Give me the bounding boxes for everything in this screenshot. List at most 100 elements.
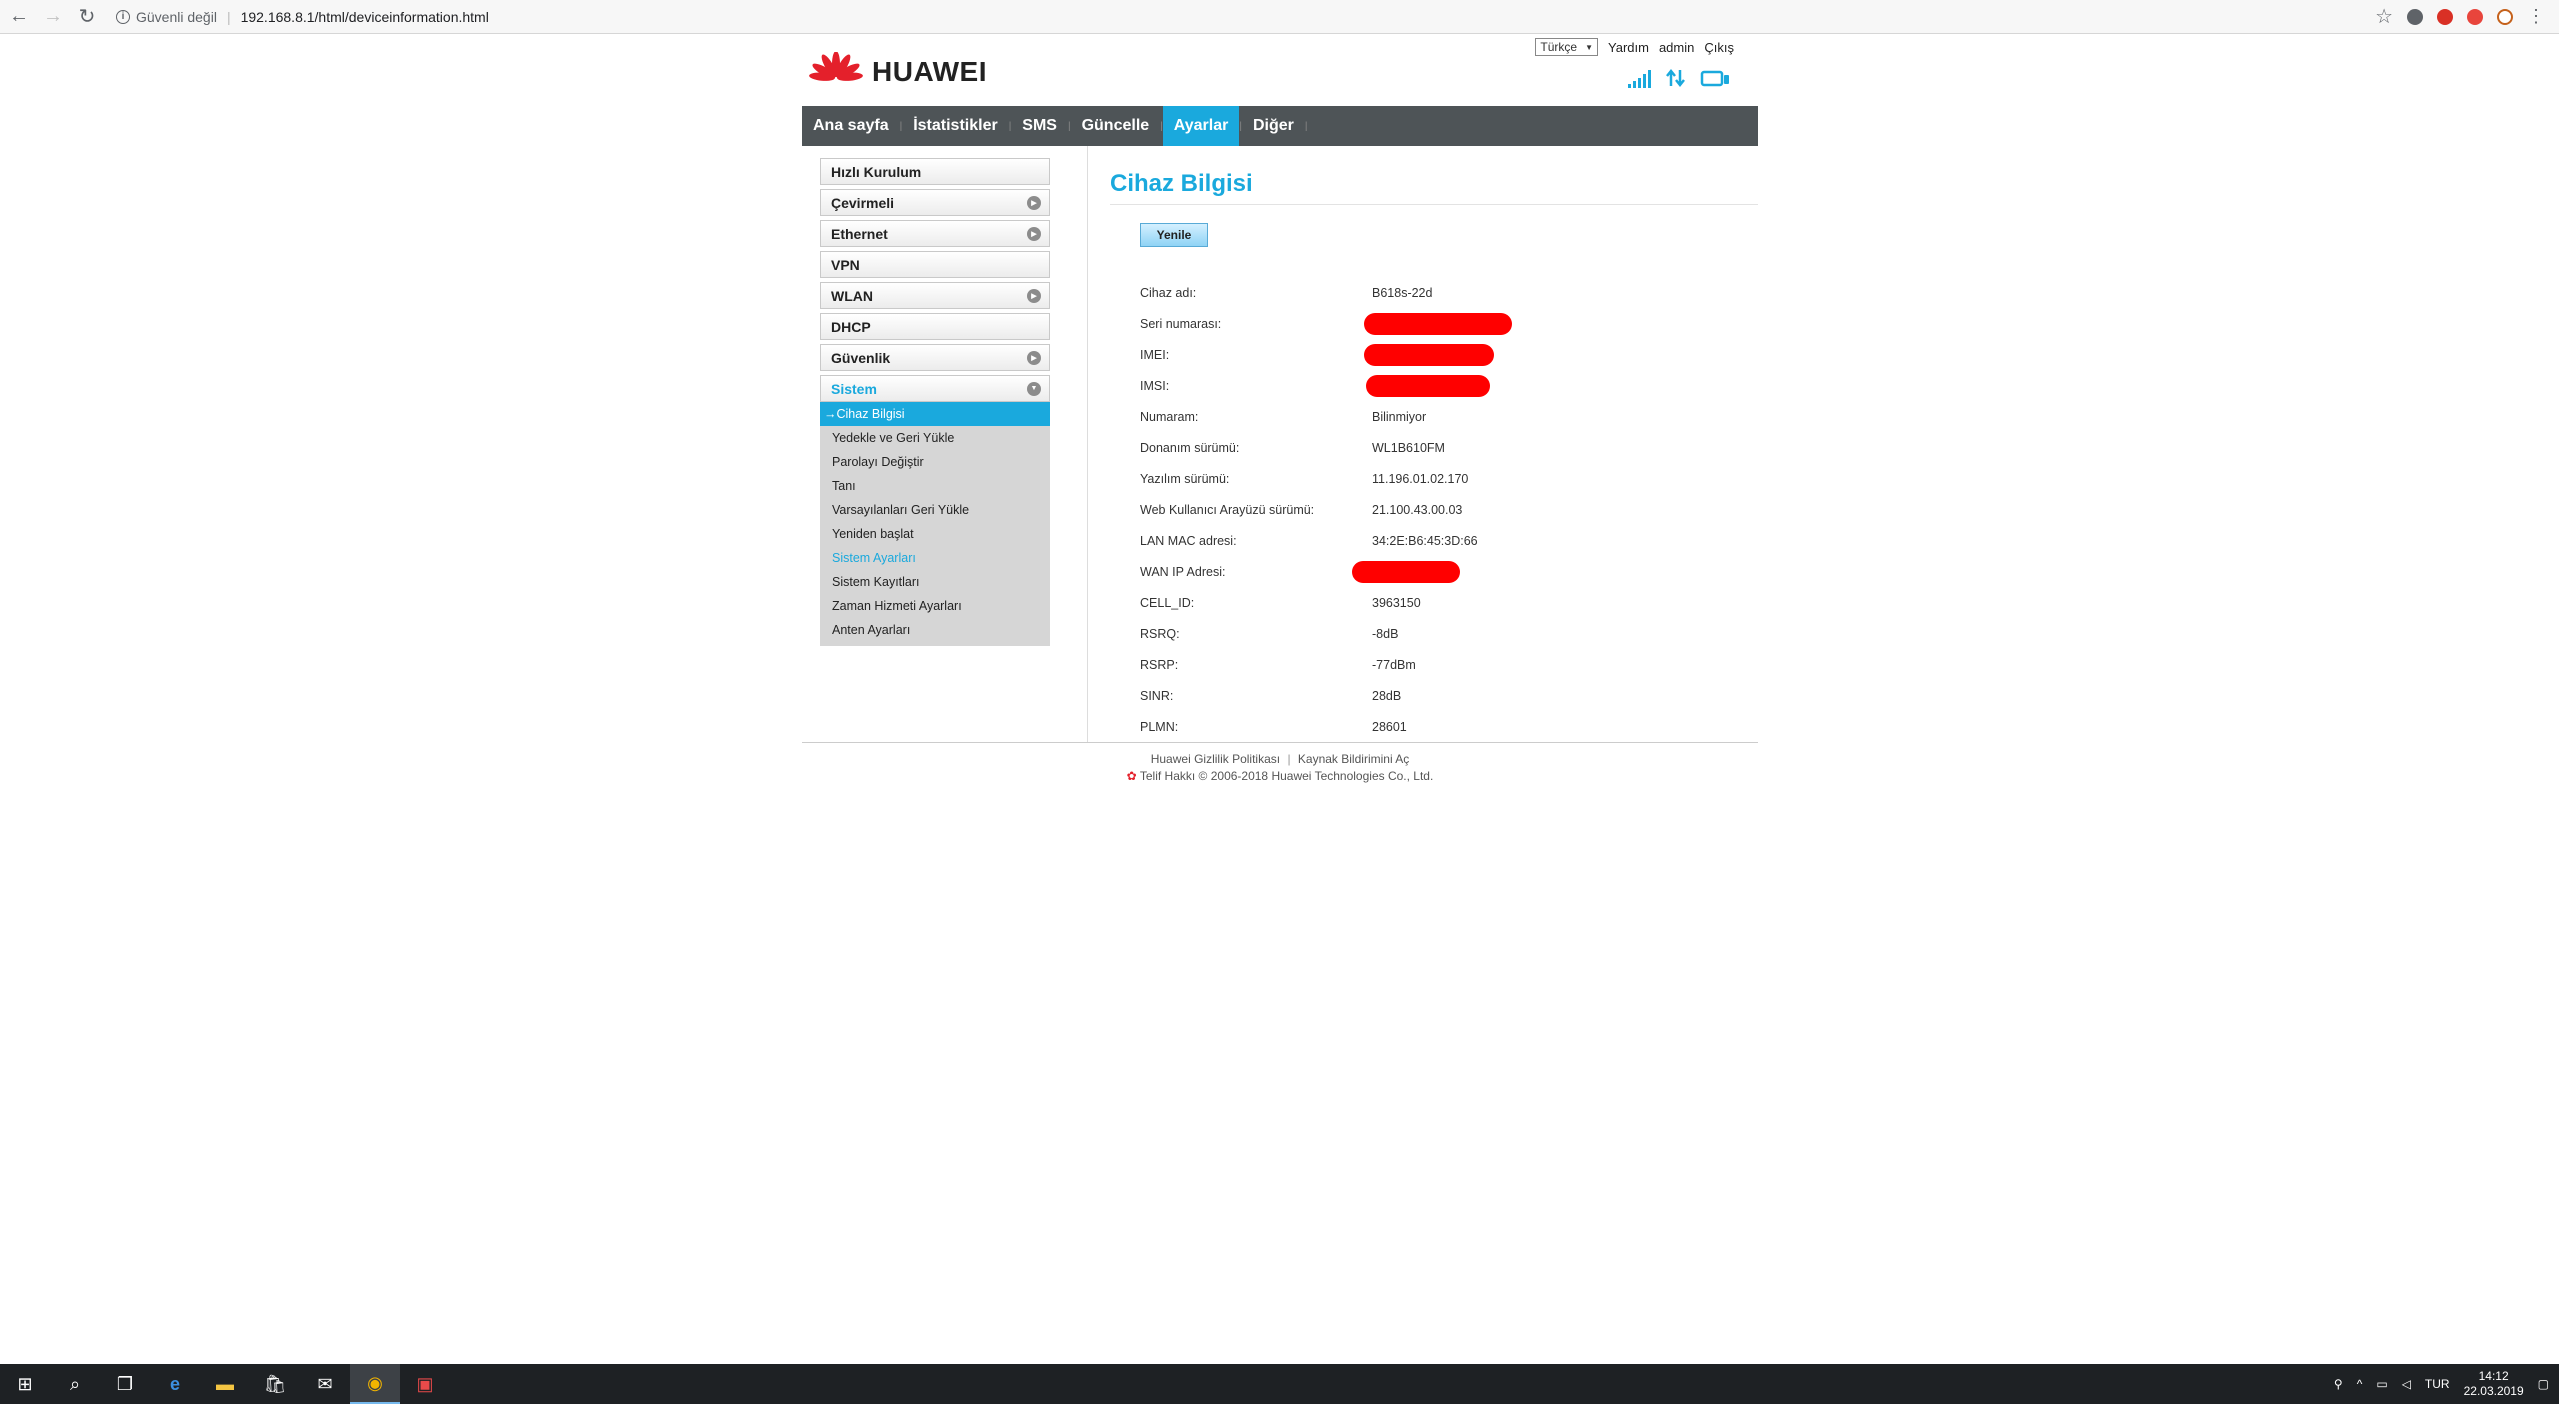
page-header: HUAWEI Türkçe ▼ Yardım admin Çıkış <box>802 34 1758 106</box>
info-value: 28dB <box>1372 688 1402 703</box>
info-label: Cihaz adı: <box>1140 285 1197 300</box>
info-row-wan-ip: WAN IP Adresi: <box>1140 556 1758 587</box>
menu-divider: | <box>1304 120 1308 132</box>
info-label: Seri numarası: <box>1140 316 1222 331</box>
data-transfer-icon[interactable] <box>1666 68 1686 88</box>
submenu-device-info[interactable]: →Cihaz Bilgisi <box>820 402 1050 426</box>
info-label: CELL_ID: <box>1140 595 1195 610</box>
refresh-button[interactable]: Yenile <box>1140 223 1208 247</box>
sidebar-item-dialup[interactable]: Çevirmeli ▶ <box>820 189 1050 216</box>
submenu-backup-restore[interactable]: Yedekle ve Geri Yükle <box>820 426 1050 450</box>
expand-arrow-icon: ▶ <box>1027 350 1041 365</box>
system-tray: ⚲ ^ ▭ ◁ TUR 14:12 22.03.2019 ▢ <box>2334 1369 2559 1399</box>
menu-sms[interactable]: SMS <box>1011 106 1068 146</box>
expand-arrow-icon: ▶ <box>1027 288 1041 303</box>
menu-statistics[interactable]: İstatistikler <box>902 106 1008 146</box>
sidebar-item-vpn[interactable]: VPN <box>820 251 1050 278</box>
sidebar-item-dhcp[interactable]: DHCP <box>820 313 1050 340</box>
store-icon[interactable]: 🛍 <box>250 1364 300 1404</box>
info-value: 34:2E:B6:45:3D:66 <box>1372 533 1478 548</box>
address-bar[interactable]: i Güvenli değil | 192.168.8.1/html/devic… <box>110 4 2367 30</box>
info-row-imsi: IMSI: <box>1140 370 1758 401</box>
submenu-change-password[interactable]: Parolayı Değiştir <box>820 450 1050 474</box>
info-label: RSRQ: <box>1140 626 1180 641</box>
forward-arrow-icon[interactable]: → <box>38 2 68 32</box>
sidebar-item-quick-setup[interactable]: Hızlı Kurulum <box>820 158 1050 185</box>
chevron-up-icon[interactable]: ^ <box>2357 1377 2363 1391</box>
user-link[interactable]: admin <box>1659 40 1694 55</box>
expand-arrow-icon: ▶ <box>1027 195 1041 210</box>
bookmark-star-icon[interactable]: ☆ <box>2375 4 2393 29</box>
security-status[interactable]: Güvenli değil <box>136 9 217 25</box>
info-row-rsrp: RSRP: -77dBm <box>1140 649 1758 680</box>
extension-4-icon[interactable] <box>2497 8 2513 25</box>
volume-icon[interactable]: ◁ <box>2402 1377 2411 1391</box>
info-value: Bilinmiyor <box>1372 409 1427 424</box>
submenu-system-logs[interactable]: Sistem Kayıtları <box>820 570 1050 594</box>
sidebar-item-system[interactable]: Sistem ▼ <box>820 375 1050 402</box>
language-select[interactable]: Türkçe ▼ <box>1535 38 1599 56</box>
sidebar-item-label: DHCP <box>831 318 871 335</box>
sidebar-item-security[interactable]: Güvenlik ▶ <box>820 344 1050 371</box>
submenu-diagnosis[interactable]: Tanı <box>820 474 1050 498</box>
back-arrow-icon[interactable]: ← <box>4 2 34 32</box>
chrome-browser-icon[interactable]: ◉ <box>350 1364 400 1404</box>
submenu-system-settings[interactable]: Sistem Ayarları <box>820 546 1050 570</box>
menu-other[interactable]: Diğer <box>1242 106 1305 146</box>
clock[interactable]: 14:12 22.03.2019 <box>2464 1369 2524 1399</box>
task-view-icon[interactable]: ❐ <box>100 1364 150 1404</box>
submenu-antenna-settings[interactable]: Anten Ayarları <box>820 618 1050 642</box>
submenu-label: Cihaz Bilgisi <box>836 407 905 421</box>
sidebar-item-ethernet[interactable]: Ethernet ▶ <box>820 220 1050 247</box>
extension-3-icon[interactable] <box>2467 8 2483 25</box>
extension-1-icon[interactable] <box>2407 8 2423 25</box>
menu-home[interactable]: Ana sayfa <box>802 106 900 146</box>
device-info-table: Cihaz adı: B618s-22d Seri numarası: IMEI… <box>1140 277 1758 742</box>
submenu-time-service[interactable]: Zaman Hizmeti Ayarları <box>820 594 1050 618</box>
input-language[interactable]: TUR <box>2425 1377 2450 1391</box>
logout-link[interactable]: Çıkış <box>1704 40 1734 55</box>
info-row-hardware-version: Donanım sürümü: WL1B610FM <box>1140 432 1758 463</box>
page-footer: Huawei Gizlilik Politikası | Kaynak Bild… <box>802 742 1758 785</box>
edge-browser-icon[interactable]: e <box>150 1364 200 1404</box>
menu-update[interactable]: Güncelle <box>1071 106 1161 146</box>
adblock-icon[interactable] <box>2437 8 2453 25</box>
help-link[interactable]: Yardım <box>1608 40 1649 55</box>
notification-center-icon[interactable]: ▢ <box>2538 1377 2549 1391</box>
huawei-small-logo-icon: ✿ <box>1126 769 1137 783</box>
menu-settings[interactable]: Ayarlar <box>1162 106 1240 146</box>
submenu-restore-defaults[interactable]: Varsayılanları Geri Yükle <box>820 498 1050 522</box>
info-value: 28601 <box>1372 719 1407 734</box>
mail-icon[interactable]: ✉ <box>300 1364 350 1404</box>
info-row-serial: Seri numarası: <box>1140 308 1758 339</box>
info-row-software-version: Yazılım sürümü: 11.196.01.02.170 <box>1140 463 1758 494</box>
reload-icon[interactable]: ↻ <box>72 2 102 32</box>
info-value: 11.196.01.02.170 <box>1372 471 1469 486</box>
connected-device-icon[interactable] <box>1700 70 1730 88</box>
info-row-plmn: PLMN: 28601 <box>1140 711 1758 742</box>
network-icon[interactable]: ▭ <box>2376 1377 2387 1391</box>
app-icon[interactable]: ▣ <box>400 1364 450 1404</box>
huawei-logo: HUAWEI <box>808 52 987 92</box>
file-explorer-icon[interactable]: ▬ <box>200 1364 250 1404</box>
search-icon[interactable]: ⌕ <box>50 1364 100 1404</box>
redaction-mark <box>1364 312 1512 335</box>
url-text[interactable]: 192.168.8.1/html/deviceinformation.html <box>241 9 489 25</box>
sidebar-item-label: Çevirmeli <box>831 194 895 211</box>
info-row-webui-version: Web Kullanıcı Arayüzü sürümü: 21.100.43.… <box>1140 494 1758 525</box>
info-value: -77dBm <box>1372 657 1416 672</box>
sidebar-item-label: Hızlı Kurulum <box>831 163 922 180</box>
settings-sidebar: Hızlı Kurulum Çevirmeli ▶ Ethernet ▶ VPN… <box>802 146 1088 742</box>
sidebar-item-label: Güvenlik <box>831 349 891 366</box>
privacy-policy-link[interactable]: Huawei Gizlilik Politikası <box>1151 752 1280 766</box>
language-value: Türkçe <box>1540 40 1578 54</box>
open-source-link[interactable]: Kaynak Bildirimini Aç <box>1298 752 1409 766</box>
info-label: RSRP: <box>1140 657 1179 672</box>
windows-start-icon[interactable]: ⊞ <box>0 1364 50 1404</box>
submenu-reboot[interactable]: Yeniden başlat <box>820 522 1050 546</box>
info-icon[interactable]: i <box>116 9 130 24</box>
menu-kebab-icon[interactable]: ⋮ <box>2527 6 2545 27</box>
sidebar-item-wlan[interactable]: WLAN ▶ <box>820 282 1050 309</box>
signal-strength-icon[interactable] <box>1628 70 1652 88</box>
people-icon[interactable]: ⚲ <box>2334 1377 2343 1391</box>
